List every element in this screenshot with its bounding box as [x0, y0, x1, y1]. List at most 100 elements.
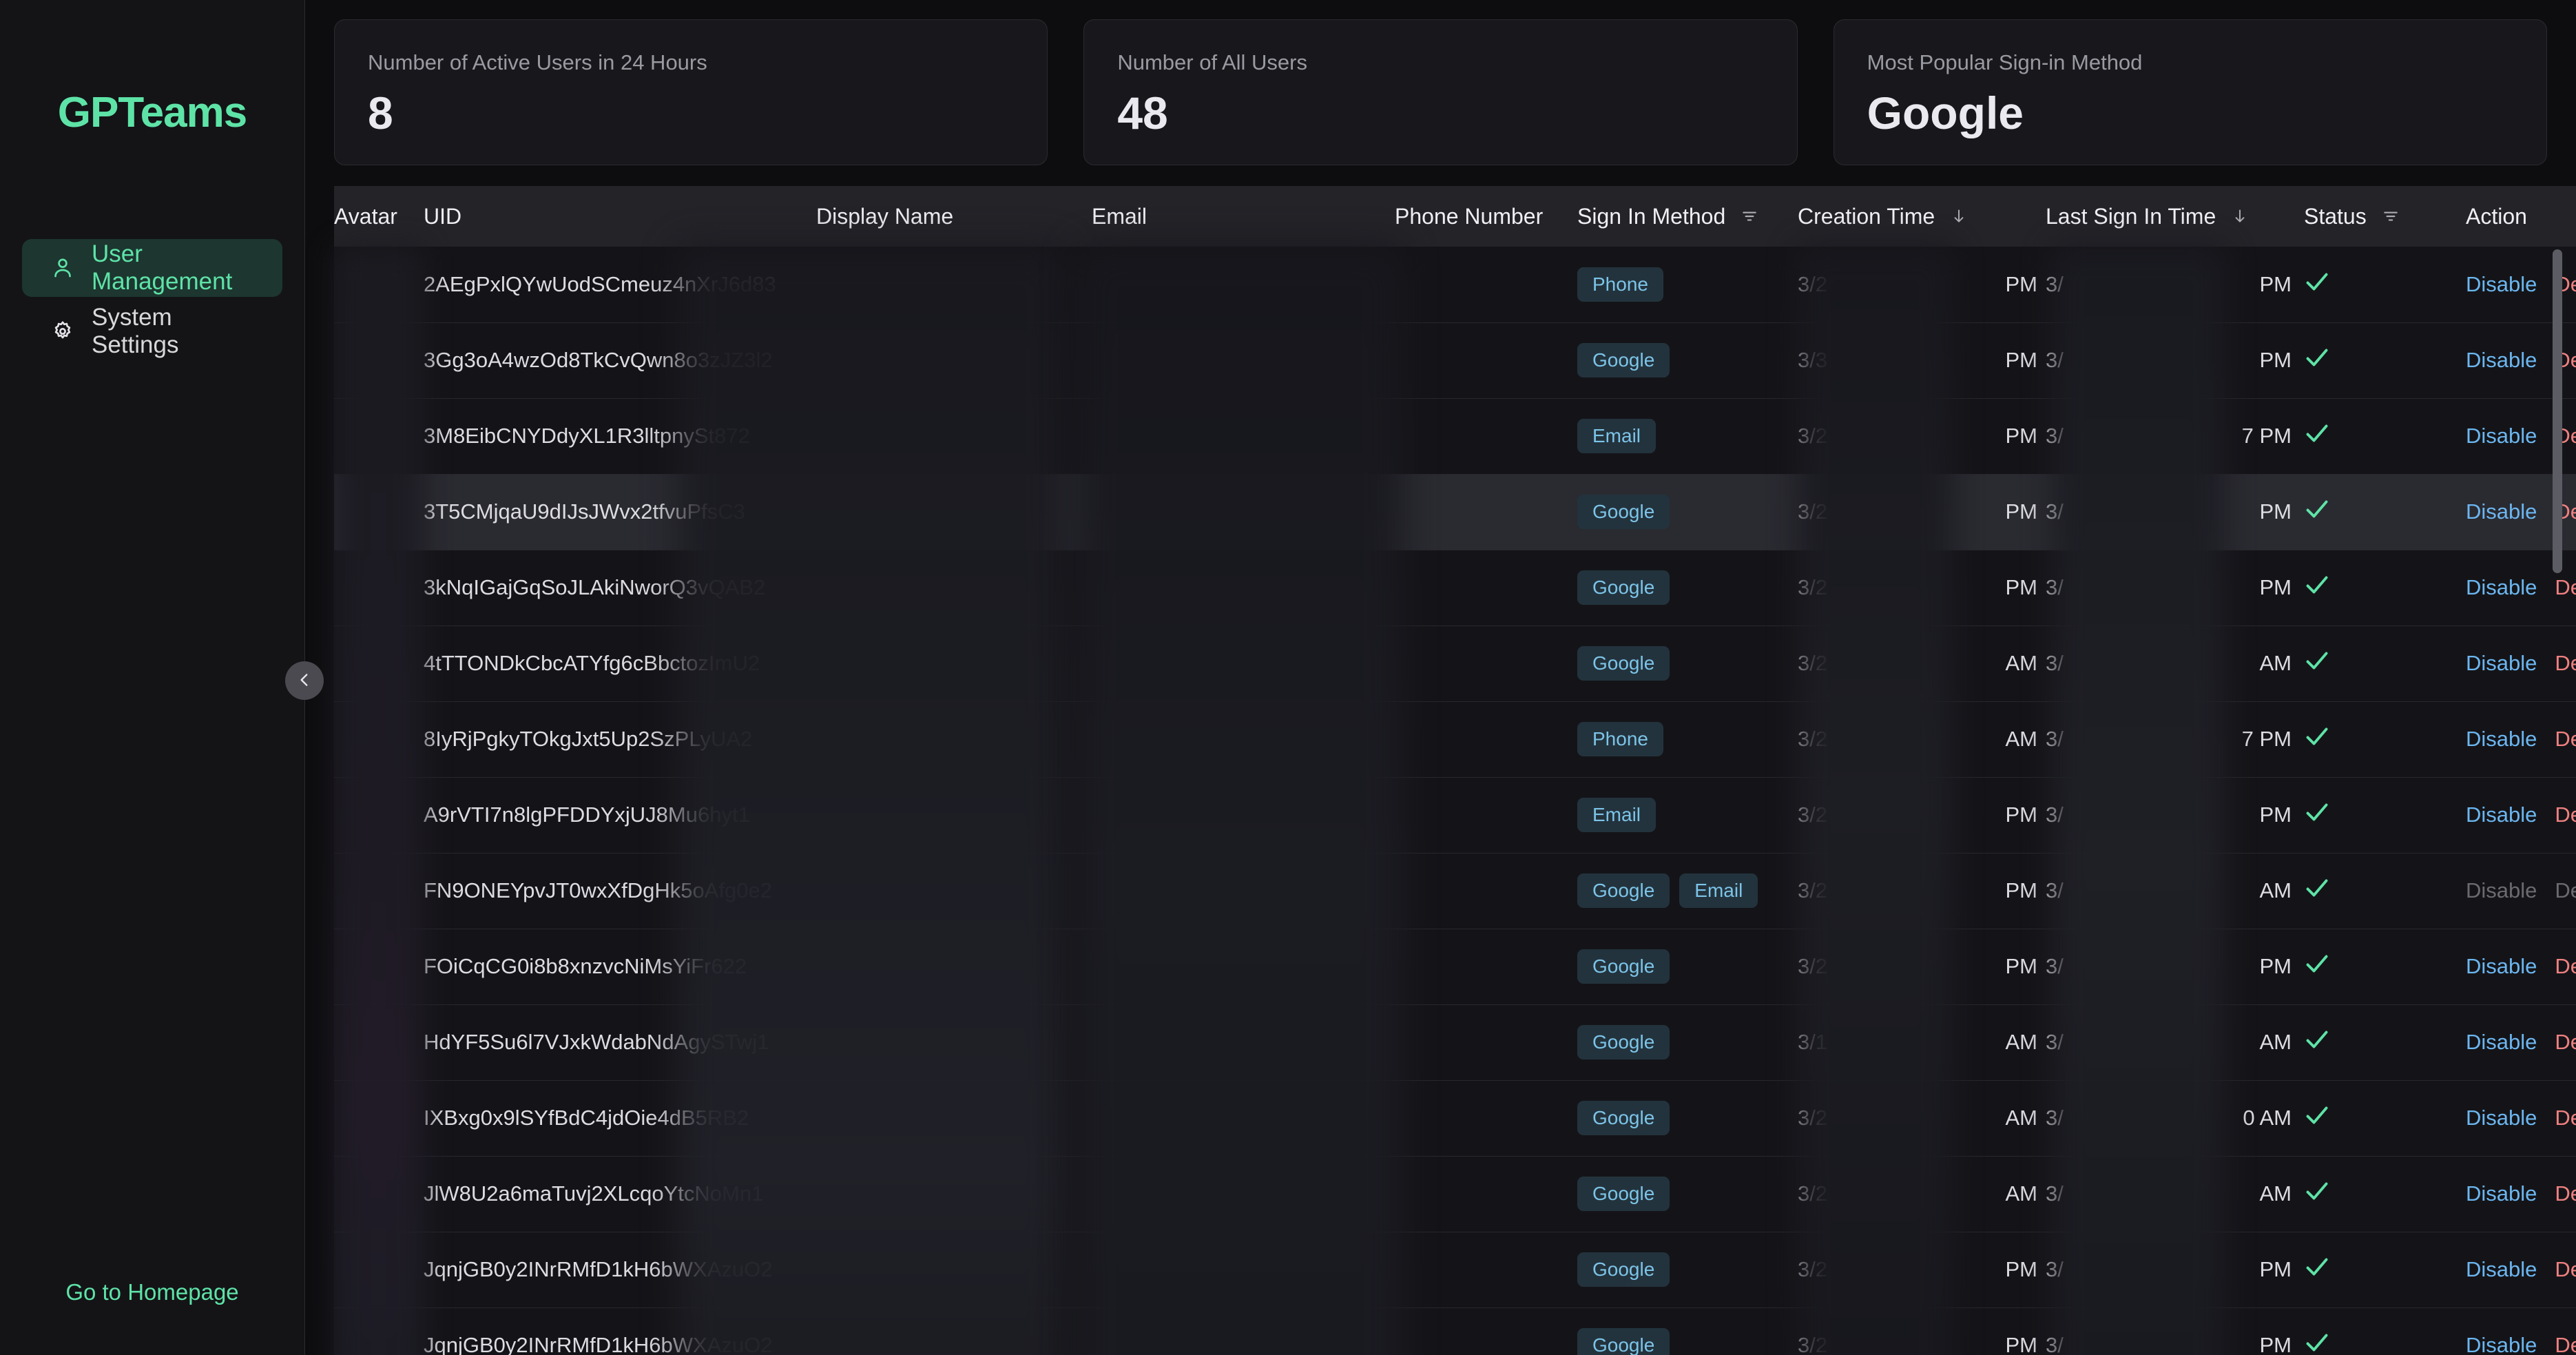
- disable-button[interactable]: Disable: [2466, 575, 2537, 599]
- cell-status: [2304, 701, 2466, 778]
- column-header-display-name[interactable]: Display Name: [816, 186, 1092, 247]
- last-sign-in-suffix: 7 PM: [2241, 424, 2292, 448]
- cell-creation-time: 3/2 PM: [1798, 853, 2046, 929]
- last-sign-in-suffix: PM: [2259, 803, 2292, 827]
- disable-button[interactable]: Disable: [2466, 1181, 2537, 1206]
- cell-status: [2304, 398, 2466, 475]
- cell-uid: JqnjGB0y2INrRMfD1kH6bWXAzuO2: [424, 1232, 816, 1308]
- disable-button[interactable]: Disable: [2466, 651, 2537, 675]
- cell-display-name: [816, 247, 1092, 323]
- column-header-sign-in-method[interactable]: Sign In Method: [1577, 186, 1798, 247]
- sort-down-icon[interactable]: [2231, 207, 2249, 225]
- disable-button[interactable]: Disable: [2466, 1257, 2537, 1281]
- creation-time-suffix: PM: [2005, 803, 2038, 827]
- column-header-uid[interactable]: UID: [424, 186, 816, 247]
- sort-down-icon[interactable]: [1950, 207, 1968, 225]
- table-row[interactable]: FN9ONEYpvJT0wxXfDgHk5oAfg0e2 Google Email 3…: [334, 853, 2576, 929]
- last-sign-in-prefix: 3/: [2046, 575, 2064, 599]
- cell-phone-number: [1395, 550, 1577, 626]
- cell-sign-in-method: Google: [1577, 625, 1798, 702]
- creation-time-prefix: 3/2: [1798, 271, 1828, 296]
- disable-button[interactable]: Disable: [2466, 272, 2537, 296]
- stat-value: 8: [368, 87, 393, 138]
- last-sign-in-suffix: PM: [2259, 1333, 2292, 1355]
- table-row[interactable]: 3Gg3oA4wzOd8TkCvQwn8o3zJZ3l2 Google 3/3 PM 3…: [334, 322, 2576, 399]
- cell-email: [1092, 247, 1395, 323]
- cell-status: [2304, 625, 2466, 702]
- cell-sign-in-method: Google: [1577, 474, 1798, 550]
- main-content: Number of Active Users in 24 Hours 8 Num…: [305, 0, 2576, 1355]
- last-sign-in-prefix: 3/: [2046, 954, 2064, 978]
- column-header-creation-time[interactable]: Creation Time: [1798, 186, 2046, 247]
- last-sign-in-prefix: 3/: [2046, 1106, 2064, 1130]
- cell-phone-number: [1395, 853, 1577, 929]
- table-row[interactable]: 3kNqIGajGqSoJLAkiNworQ3vQAB2 Google 3/2 PM 3…: [334, 550, 2576, 626]
- sidebar-item-user-management[interactable]: User Management: [22, 239, 282, 297]
- column-header-last-sign-in-time[interactable]: Last Sign In Time: [2046, 186, 2304, 247]
- disable-button[interactable]: Disable: [2466, 348, 2537, 372]
- cell-email: [1092, 625, 1395, 702]
- table-row[interactable]: FOiCqCG0i8b8xnzvcNiMsYiFr622 Google 3/2 PM 3…: [334, 929, 2576, 1005]
- cell-sign-in-method: Google: [1577, 1307, 1798, 1355]
- column-header-email[interactable]: Email: [1092, 186, 1395, 247]
- table-row[interactable]: 3T5CMjqaU9dIJsJWvx2tfvuPfsC3 Google 3/2 PM 3…: [334, 474, 2576, 550]
- column-header-avatar[interactable]: Avatar: [334, 186, 424, 247]
- sign-in-method-badge: Google: [1577, 1177, 1670, 1211]
- table-header-row: Avatar UID Display Name Email Phone Numb…: [334, 186, 2576, 247]
- table-row[interactable]: JlW8U2a6maTuvj2XLcqoYtcNoMn1 Google 3/2 AM 3…: [334, 1156, 2576, 1232]
- table-row[interactable]: A9rVTI7n8lgPFDDYxjUJ8Mu6hyt1 Email 3/2 PM 3/…: [334, 777, 2576, 854]
- last-sign-in-prefix: 3/: [2046, 878, 2064, 902]
- disable-button[interactable]: Disable: [2466, 1030, 2537, 1054]
- cell-phone-number: [1395, 1156, 1577, 1232]
- table-row[interactable]: 4tTTONDkCbcATYfg6cBbctozImU2 Google 3/2 AM 3…: [334, 625, 2576, 702]
- table-body: 2AEgPxlQYwUodSCmeuz4nXrJ6d83 Phone 3/2 PM 3/…: [334, 247, 2576, 1355]
- disable-button[interactable]: Disable: [2466, 424, 2537, 448]
- cell-display-name: [816, 1232, 1092, 1308]
- creation-time-prefix: 3/2: [1798, 575, 1828, 599]
- cell-phone-number: [1395, 625, 1577, 702]
- disable-button[interactable]: Disable: [2466, 727, 2537, 751]
- stats-row: Number of Active Users in 24 Hours 8 Num…: [305, 0, 2576, 165]
- disable-button[interactable]: Disable: [2466, 499, 2537, 524]
- filter-icon[interactable]: [1741, 207, 1758, 225]
- table-row[interactable]: 3M8EibCNYDdyXL1R3lltpnySt872 Email 3/2 PM 3/…: [334, 398, 2576, 475]
- table-row[interactable]: 8IyRjPgkyTOkgJxt5Up2SzPLyUA2 Phone 3/2 AM 3/…: [334, 701, 2576, 778]
- table-row[interactable]: JqnjGB0y2INrRMfD1kH6bWXAzuO2 Google 3/2 PM 3…: [334, 1307, 2576, 1355]
- sign-in-method-badge: Email: [1577, 798, 1656, 832]
- cell-sign-in-method: Email: [1577, 398, 1798, 475]
- user-table: Avatar UID Display Name Email Phone Numb…: [334, 186, 2576, 1355]
- cell-last-sign-in-time: 3/PM: [2046, 322, 2304, 399]
- cell-display-name: [816, 1156, 1092, 1232]
- chevron-left-icon: [295, 671, 313, 691]
- sign-in-method-badge: Google: [1577, 1025, 1670, 1059]
- cell-email: [1092, 1156, 1395, 1232]
- cell-last-sign-in-time: 3/PM: [2046, 247, 2304, 323]
- sidebar-collapse-button[interactable]: [285, 661, 324, 700]
- cell-last-sign-in-time: 3/0 AM: [2046, 1080, 2304, 1157]
- cell-uid: 3T5CMjqaU9dIJsJWvx2tfvuPfsC3: [424, 474, 816, 550]
- filter-icon[interactable]: [2382, 207, 2400, 225]
- disable-button[interactable]: Disable: [2466, 1106, 2537, 1130]
- disable-button[interactable]: Disable: [2466, 954, 2537, 978]
- column-header-phone-number[interactable]: Phone Number: [1395, 186, 1577, 247]
- cell-creation-time: 3/2 PM: [1798, 1232, 2046, 1308]
- cell-email: [1092, 322, 1395, 399]
- go-to-homepage-link[interactable]: Go to Homepage: [0, 1279, 304, 1305]
- disable-button[interactable]: Disable: [2466, 803, 2537, 827]
- column-label: Email: [1092, 203, 1147, 229]
- table-vertical-scrollbar[interactable]: [2553, 249, 2562, 1355]
- sidebar-item-system-settings[interactable]: System Settings: [22, 302, 282, 360]
- table-row[interactable]: JqnjGB0y2INrRMfD1kH6bWXAzuO2 Google 3/2 PM 3…: [334, 1232, 2576, 1308]
- scrollbar-thumb[interactable]: [2553, 249, 2562, 573]
- table-row[interactable]: IXBxg0x9lSYfBdC4jdOie4dB5RB2 Google 3/2 AM 3…: [334, 1080, 2576, 1157]
- table-row[interactable]: HdYF5Su6l7VJxkWdabNdAgySTwj1 Google 3/1 AM 3…: [334, 1004, 2576, 1081]
- column-header-status[interactable]: Status: [2304, 186, 2466, 247]
- cell-creation-time: 3/2 PM: [1798, 474, 2046, 550]
- creation-time-prefix: 3/2: [1798, 499, 1828, 524]
- stat-label: Number of Active Users in 24 Hours: [368, 50, 707, 74]
- cell-uid: A9rVTI7n8lgPFDDYxjUJ8Mu6hyt1: [424, 777, 816, 854]
- cell-email: [1092, 474, 1395, 550]
- disable-button[interactable]: Disable: [2466, 1333, 2537, 1355]
- creation-time-suffix: PM: [2005, 575, 2038, 599]
- table-row[interactable]: 2AEgPxlQYwUodSCmeuz4nXrJ6d83 Phone 3/2 PM 3/…: [334, 247, 2576, 323]
